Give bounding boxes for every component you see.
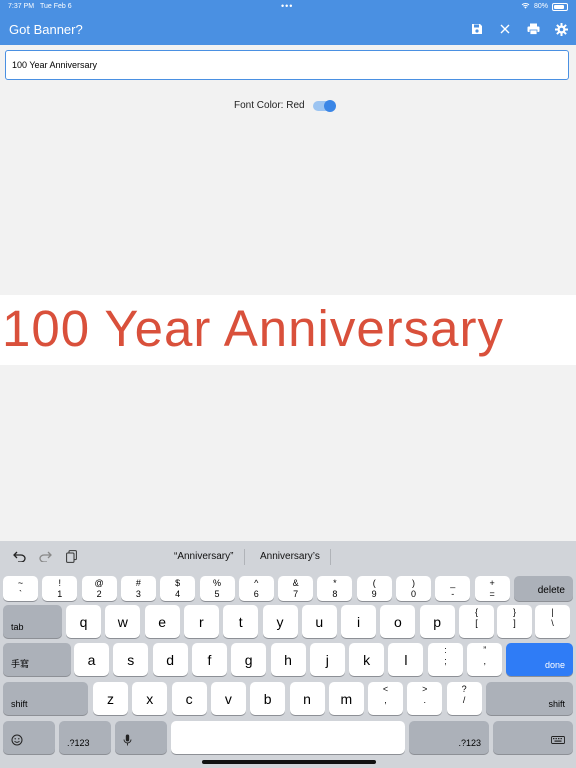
key-o[interactable]: o xyxy=(380,605,416,638)
key-a[interactable]: a xyxy=(74,643,109,676)
wifi-icon xyxy=(521,2,530,11)
key-u[interactable]: u xyxy=(301,605,337,638)
clipboard-icon[interactable] xyxy=(64,549,78,563)
key-k[interactable]: k xyxy=(349,643,385,676)
key-punctuation[interactable]: ? / xyxy=(446,682,482,715)
status-time: 7:37 PM xyxy=(8,3,35,10)
key-p[interactable]: p xyxy=(419,605,455,638)
banner-preview-text: 100 Year Anniversary xyxy=(2,300,505,357)
key-h[interactable]: h xyxy=(270,643,306,676)
nav-actions xyxy=(470,22,568,36)
nav-bar: Got Banner? xyxy=(0,14,576,45)
font-color-row: Font Color: Red xyxy=(234,99,336,112)
key-number-row[interactable]: ! 1 xyxy=(42,576,78,601)
key-n[interactable]: n xyxy=(289,682,325,715)
tab-key[interactable]: tab xyxy=(3,605,62,638)
key-number-row[interactable]: _ - xyxy=(435,576,471,601)
microphone-icon xyxy=(123,734,132,748)
banner-text-field[interactable] xyxy=(5,50,569,80)
numbers-key-left[interactable]: .?123 xyxy=(59,721,111,754)
close-icon[interactable] xyxy=(498,22,512,36)
key-number-row[interactable]: * 8 xyxy=(317,576,353,601)
app-title: Got Banner? xyxy=(9,22,83,37)
key-number-row[interactable]: & 7 xyxy=(278,576,314,601)
suggestion-divider xyxy=(330,549,331,565)
banner-text-input[interactable] xyxy=(12,60,552,70)
key-f[interactable]: f xyxy=(191,643,227,676)
handwriting-key[interactable]: 手寫 xyxy=(3,643,71,676)
numbers-key-right[interactable]: .?123 xyxy=(409,721,489,754)
key-punctuation[interactable]: ”, xyxy=(467,643,503,676)
emoji-key[interactable] xyxy=(3,721,55,754)
key-punctuation[interactable]: {[ xyxy=(459,605,494,638)
font-color-label: Font Color: Red xyxy=(234,100,305,111)
key-g[interactable]: g xyxy=(231,643,267,676)
key-j[interactable]: j xyxy=(309,643,345,676)
key-number-row[interactable]: % 5 xyxy=(199,576,235,601)
key-punctuation[interactable]: :; xyxy=(428,643,463,676)
key-b[interactable]: b xyxy=(250,682,286,715)
key-punctuation[interactable]: >. xyxy=(407,682,443,715)
key-punctuation[interactable]: }] xyxy=(497,605,532,638)
key-m[interactable]: m xyxy=(328,682,364,715)
key-punctuation[interactable]: <, xyxy=(368,682,403,715)
save-icon[interactable] xyxy=(470,22,484,36)
key-x[interactable]: x xyxy=(132,682,168,715)
keyboard-dismiss-icon xyxy=(551,736,565,748)
key-number-row[interactable]: ) 0 xyxy=(396,576,431,601)
suggestion-1[interactable]: “Anniversary” xyxy=(174,551,233,562)
status-bar: 7:37 PM Tue Feb 6 ••• 80% xyxy=(0,0,576,14)
dictation-key[interactable] xyxy=(115,721,167,754)
key-number-row[interactable]: $4 xyxy=(160,576,196,601)
status-right: 80% xyxy=(521,2,568,11)
battery-icon xyxy=(552,2,568,11)
delete-key[interactable]: delete xyxy=(514,576,573,601)
key-y[interactable]: y xyxy=(262,605,298,638)
key-v[interactable]: v xyxy=(210,682,246,715)
key-z[interactable]: z xyxy=(93,682,128,715)
key-number-row[interactable]: (9 xyxy=(356,576,392,601)
suggestion-bar: “Anniversary” Anniversary’s xyxy=(0,541,576,572)
settings-gear-icon[interactable] xyxy=(554,22,568,36)
key-i[interactable]: i xyxy=(341,605,377,638)
home-indicator xyxy=(202,760,376,764)
key-number-row[interactable]: ^ 6 xyxy=(238,576,274,601)
key-w[interactable]: w xyxy=(105,605,141,638)
key-number-row[interactable]: @2 xyxy=(81,576,117,601)
key-q[interactable]: q xyxy=(66,605,101,638)
redo-icon[interactable] xyxy=(38,549,52,563)
done-key[interactable]: done xyxy=(506,643,573,676)
key-t[interactable]: t xyxy=(223,605,259,638)
banner-preview: 100 Year Anniversary xyxy=(0,295,576,365)
shift-left-key[interactable]: shift xyxy=(3,682,88,715)
print-icon[interactable] xyxy=(526,22,540,36)
key-e[interactable]: e xyxy=(144,605,180,638)
key-number-row[interactable]: #3 xyxy=(120,576,156,601)
key-number-row[interactable]: + = xyxy=(474,576,510,601)
undo-icon[interactable] xyxy=(12,549,26,563)
key-l[interactable]: l xyxy=(388,643,424,676)
key-c[interactable]: c xyxy=(171,682,207,715)
space-key[interactable] xyxy=(171,721,405,754)
key-number-row[interactable]: ~ ` xyxy=(3,576,38,601)
status-date: Tue Feb 6 xyxy=(40,3,72,10)
shift-right-key[interactable]: shift xyxy=(486,682,573,715)
font-color-toggle[interactable] xyxy=(312,99,336,112)
battery-percent: 80% xyxy=(533,3,548,10)
key-r[interactable]: r xyxy=(183,605,219,638)
multitask-dots[interactable]: ••• xyxy=(281,1,293,11)
on-screen-keyboard: “Anniversary” Anniversary’s delete tab 手… xyxy=(0,541,576,768)
hide-keyboard-key[interactable] xyxy=(493,721,573,754)
emoji-icon xyxy=(11,734,23,748)
key-d[interactable]: d xyxy=(152,643,188,676)
suggestion-divider xyxy=(244,549,245,565)
key-punctuation[interactable]: | \ xyxy=(535,605,570,638)
key-s[interactable]: s xyxy=(113,643,149,676)
suggestion-2[interactable]: Anniversary’s xyxy=(260,551,320,562)
